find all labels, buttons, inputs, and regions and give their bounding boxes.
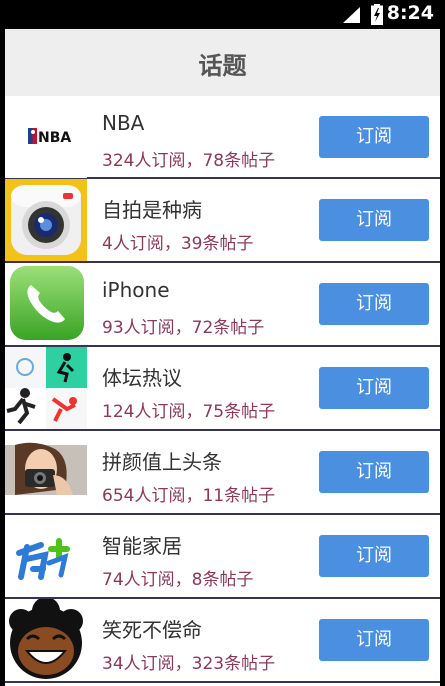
topic-row-smart-home[interactable]: 智能家居 74人订阅，8条帖子 订阅 xyxy=(5,515,440,599)
subscribe-button[interactable]: 订阅 xyxy=(319,535,429,577)
subscribe-button[interactable]: 订阅 xyxy=(319,451,429,493)
topic-title: NBA xyxy=(102,111,145,135)
topic-stats: 74人订阅，8条帖子 xyxy=(102,570,254,590)
nba-logo-icon: NBA xyxy=(5,96,87,178)
subscribe-button[interactable]: 订阅 xyxy=(319,367,429,409)
title-bar: 话题 xyxy=(5,29,440,96)
topic-title: 智能家居 xyxy=(102,534,182,558)
topic-stats: 93人订阅，72条帖子 xyxy=(102,318,265,338)
topic-stats: 124人订阅，75条帖子 xyxy=(102,402,276,422)
clock: 8:24 xyxy=(386,2,434,24)
topic-stats: 654人订阅，11条帖子 xyxy=(102,486,276,506)
topic-title: iPhone xyxy=(102,278,170,302)
subscribe-button[interactable]: 订阅 xyxy=(319,619,429,661)
camera-icon xyxy=(5,179,87,261)
smart-home-logo-icon xyxy=(5,515,87,597)
page-title: 话题 xyxy=(198,52,247,80)
nba-logo-text: NBA xyxy=(38,130,71,146)
topic-row-selfie[interactable]: 自拍是种病 4人订阅，39条帖子 订阅 xyxy=(5,179,440,263)
status-bar: 8:24 xyxy=(5,0,440,29)
nba-logo-graphic: NBA xyxy=(5,96,87,178)
topic-stats: 34人订阅，323条帖子 xyxy=(102,654,276,674)
topic-title: 自拍是种病 xyxy=(102,198,202,222)
battery-icon xyxy=(371,4,383,25)
topic-row-nba[interactable]: NBA NBA 324人订阅，78条帖子 订阅 xyxy=(5,96,440,179)
subscribe-button[interactable]: 订阅 xyxy=(319,283,429,325)
topic-stats: 4人订阅，39条帖子 xyxy=(102,234,254,254)
signal-icon xyxy=(343,7,360,23)
topic-list: NBA NBA 324人订阅，78条帖子 订阅 自拍是种病 4人订阅，39条帖子… xyxy=(5,96,440,683)
app-screen: 8:24 话题 NBA NBA 324人订阅，78条帖子 订阅 自拍是种病 4人… xyxy=(5,0,440,686)
topic-title: 拼颜值上头条 xyxy=(102,450,222,474)
laughing-face-icon xyxy=(5,599,87,681)
topic-title: 笑死不偿命 xyxy=(102,618,202,642)
topic-title: 体坛热议 xyxy=(102,366,182,390)
topic-row-sports[interactable]: 体坛热议 124人订阅，75条帖子 订阅 xyxy=(5,347,440,431)
photo-girl-icon xyxy=(5,431,87,513)
sports-icon xyxy=(5,347,87,429)
topic-row-funny[interactable]: 笑死不偿命 34人订阅，323条帖子 订阅 xyxy=(5,599,440,683)
phone-icon xyxy=(5,263,87,345)
topic-row-beauty[interactable]: 拼颜值上头条 654人订阅，11条帖子 订阅 xyxy=(5,431,440,515)
topic-row-iphone[interactable]: iPhone 93人订阅，72条帖子 订阅 xyxy=(5,263,440,347)
subscribe-button[interactable]: 订阅 xyxy=(319,199,429,241)
topic-stats: 324人订阅，78条帖子 xyxy=(102,151,276,171)
subscribe-button[interactable]: 订阅 xyxy=(319,116,429,158)
